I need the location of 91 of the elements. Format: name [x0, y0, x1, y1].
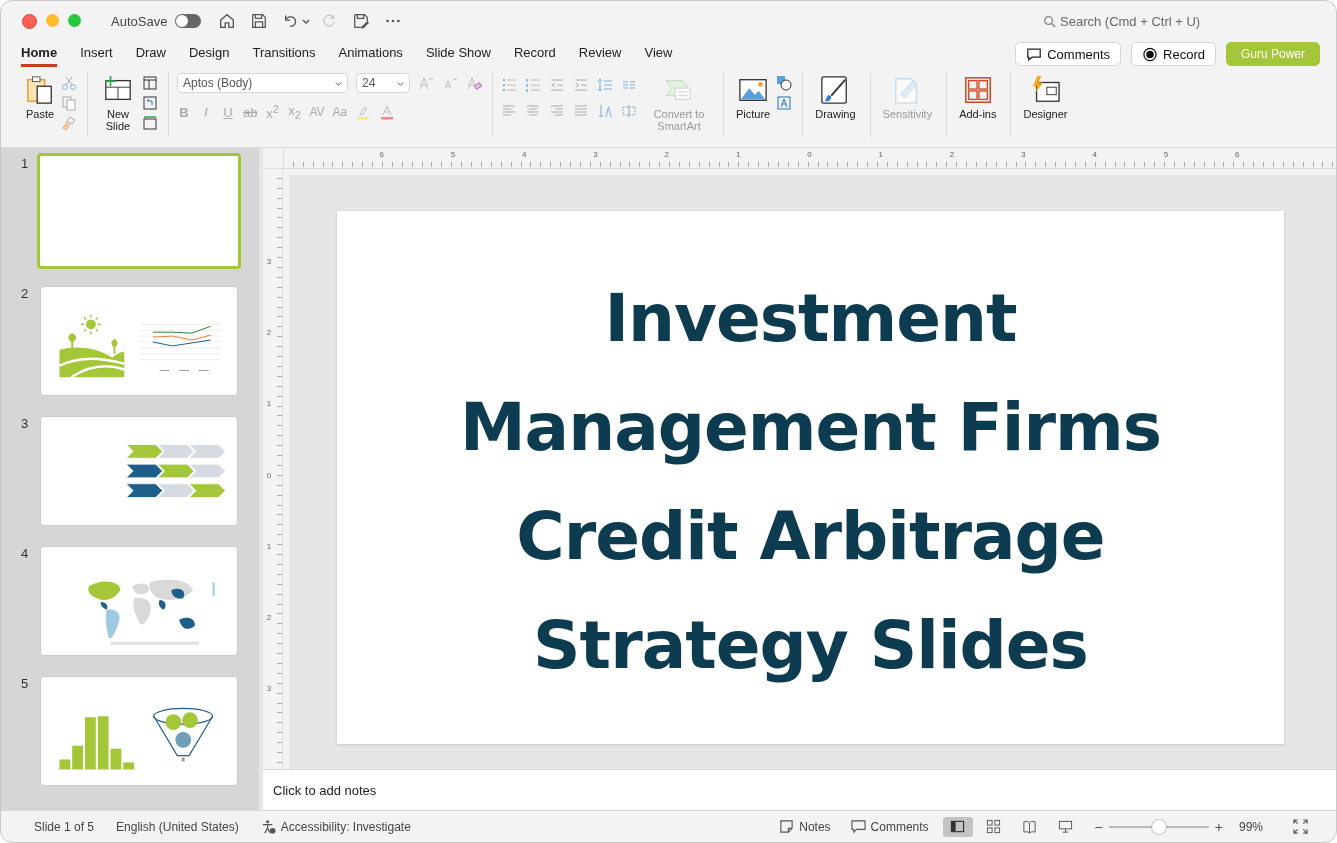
- minimize-button[interactable]: [46, 13, 59, 27]
- grid-view-icon: [986, 819, 1002, 834]
- increase-indent-icon[interactable]: [573, 77, 589, 93]
- add-ins-button[interactable]: Add-ins: [955, 73, 1001, 122]
- save-icon[interactable]: [250, 12, 269, 30]
- font-color-icon[interactable]: [379, 104, 396, 121]
- slide-number: 2: [21, 286, 29, 303]
- autosave-toggle[interactable]: [175, 14, 202, 28]
- text-box-icon[interactable]: [776, 95, 793, 111]
- ribbon-tab[interactable]: Animations: [338, 41, 403, 67]
- bullets-icon[interactable]: [501, 77, 517, 93]
- new-slide-button[interactable]: New Slide: [96, 73, 140, 134]
- font-name-dropdown[interactable]: Aptos (Body): [177, 73, 348, 93]
- record-icon: [1142, 46, 1159, 62]
- comment-icon: [1026, 46, 1043, 62]
- clipboard-icon: [25, 75, 55, 105]
- language-label[interactable]: English (United States): [116, 819, 239, 834]
- comments-button[interactable]: Comments: [1015, 42, 1122, 66]
- close-button[interactable]: [22, 13, 37, 29]
- slide-position: Slide 1 of 5: [34, 819, 95, 834]
- lightning-icon: [1030, 75, 1061, 105]
- slide-thumbnail[interactable]: [40, 416, 238, 526]
- clear-formatting-icon[interactable]: [466, 75, 482, 91]
- comments-button[interactable]: Comments: [844, 818, 935, 835]
- ribbon-tab[interactable]: Transitions: [252, 41, 316, 67]
- notes-field[interactable]: Click to add notes: [271, 781, 575, 799]
- decrease-indent-icon[interactable]: [549, 77, 565, 93]
- slide-thumbnail[interactable]: [40, 286, 238, 396]
- slide-canvas[interactable]: Investment Management Firms Credit Arbitrage Strategy Slides: [337, 211, 1284, 744]
- align-left-icon[interactable]: [501, 103, 517, 119]
- drawing-button[interactable]: Drawing: [811, 73, 860, 122]
- shapes-icon[interactable]: [776, 75, 793, 91]
- home-icon[interactable]: [218, 12, 237, 30]
- slide-thumbnail[interactable]: [37, 153, 241, 269]
- paste-button[interactable]: Paste: [21, 73, 59, 122]
- comment-icon: [850, 819, 866, 834]
- grow-font-icon[interactable]: [418, 75, 434, 91]
- zoom-level[interactable]: 99%: [1238, 819, 1263, 834]
- record-button[interactable]: Record: [1131, 42, 1216, 66]
- designer-button[interactable]: Designer: [1019, 73, 1072, 122]
- zoom-out-button[interactable]: −: [1094, 818, 1103, 835]
- zoom-button[interactable]: [68, 13, 81, 27]
- slide-thumbnail[interactable]: [40, 676, 238, 786]
- save-edit-icon[interactable]: [352, 12, 371, 30]
- ribbon-tab[interactable]: Design: [189, 41, 230, 67]
- slide-thumbnail[interactable]: [40, 546, 238, 656]
- slide-number: 3: [21, 416, 29, 433]
- ribbon-tab[interactable]: Insert: [80, 41, 113, 67]
- slide-number: 1: [21, 156, 29, 173]
- ribbon-tab[interactable]: Draw: [135, 41, 166, 67]
- layout-icon[interactable]: [142, 75, 158, 91]
- zoom-in-button[interactable]: +: [1214, 818, 1223, 835]
- search-field[interactable]: Search (Cmd + Ctrl + U): [1043, 13, 1218, 29]
- align-text-icon[interactable]: [621, 103, 637, 119]
- slide-number: 5: [21, 676, 29, 693]
- accessibility-status[interactable]: Accessibility: Investigate: [280, 819, 411, 834]
- grid-icon: [962, 75, 993, 105]
- note-icon: [779, 819, 795, 834]
- section-icon[interactable]: [142, 115, 158, 131]
- ribbon-tab[interactable]: Record: [513, 41, 556, 67]
- autosave-label: AutoSave: [111, 13, 168, 29]
- ribbon-tab[interactable]: Home: [21, 41, 58, 67]
- align-right-icon[interactable]: [549, 103, 565, 119]
- search-icon: [1043, 14, 1056, 28]
- normal-view-button[interactable]: [942, 816, 973, 837]
- justify-icon[interactable]: [573, 103, 589, 119]
- font-size-dropdown[interactable]: 24: [356, 73, 410, 93]
- fit-to-window-icon[interactable]: [1293, 819, 1308, 834]
- zoom-slider[interactable]: [1108, 818, 1209, 835]
- book-icon: [1022, 819, 1038, 834]
- notes-button[interactable]: Notes: [773, 818, 837, 835]
- scissors-icon[interactable]: [61, 75, 77, 91]
- highlighter-icon[interactable]: [355, 104, 372, 121]
- landscape-drawing: [58, 313, 126, 379]
- picture-button[interactable]: Picture: [732, 73, 775, 122]
- normal-view-icon: [950, 819, 966, 834]
- ribbon-tab[interactable]: Slide Show: [425, 41, 491, 67]
- numbering-icon[interactable]: [525, 77, 541, 93]
- monitor-icon: [1058, 819, 1074, 834]
- ribbon-tab[interactable]: View: [644, 41, 673, 67]
- ribbon-tab[interactable]: Review: [578, 41, 622, 67]
- reset-icon[interactable]: [142, 95, 158, 111]
- copy-icon[interactable]: [61, 95, 77, 111]
- format-painter-icon[interactable]: [61, 115, 77, 131]
- line-spacing-icon[interactable]: [597, 77, 613, 93]
- text-direction-icon[interactable]: [597, 103, 613, 119]
- funnel-drawing: [153, 707, 214, 762]
- align-center-icon[interactable]: [525, 103, 541, 119]
- accessibility-icon[interactable]: [260, 819, 276, 834]
- shrink-font-icon[interactable]: [442, 75, 458, 91]
- slide-number: 4: [21, 546, 29, 563]
